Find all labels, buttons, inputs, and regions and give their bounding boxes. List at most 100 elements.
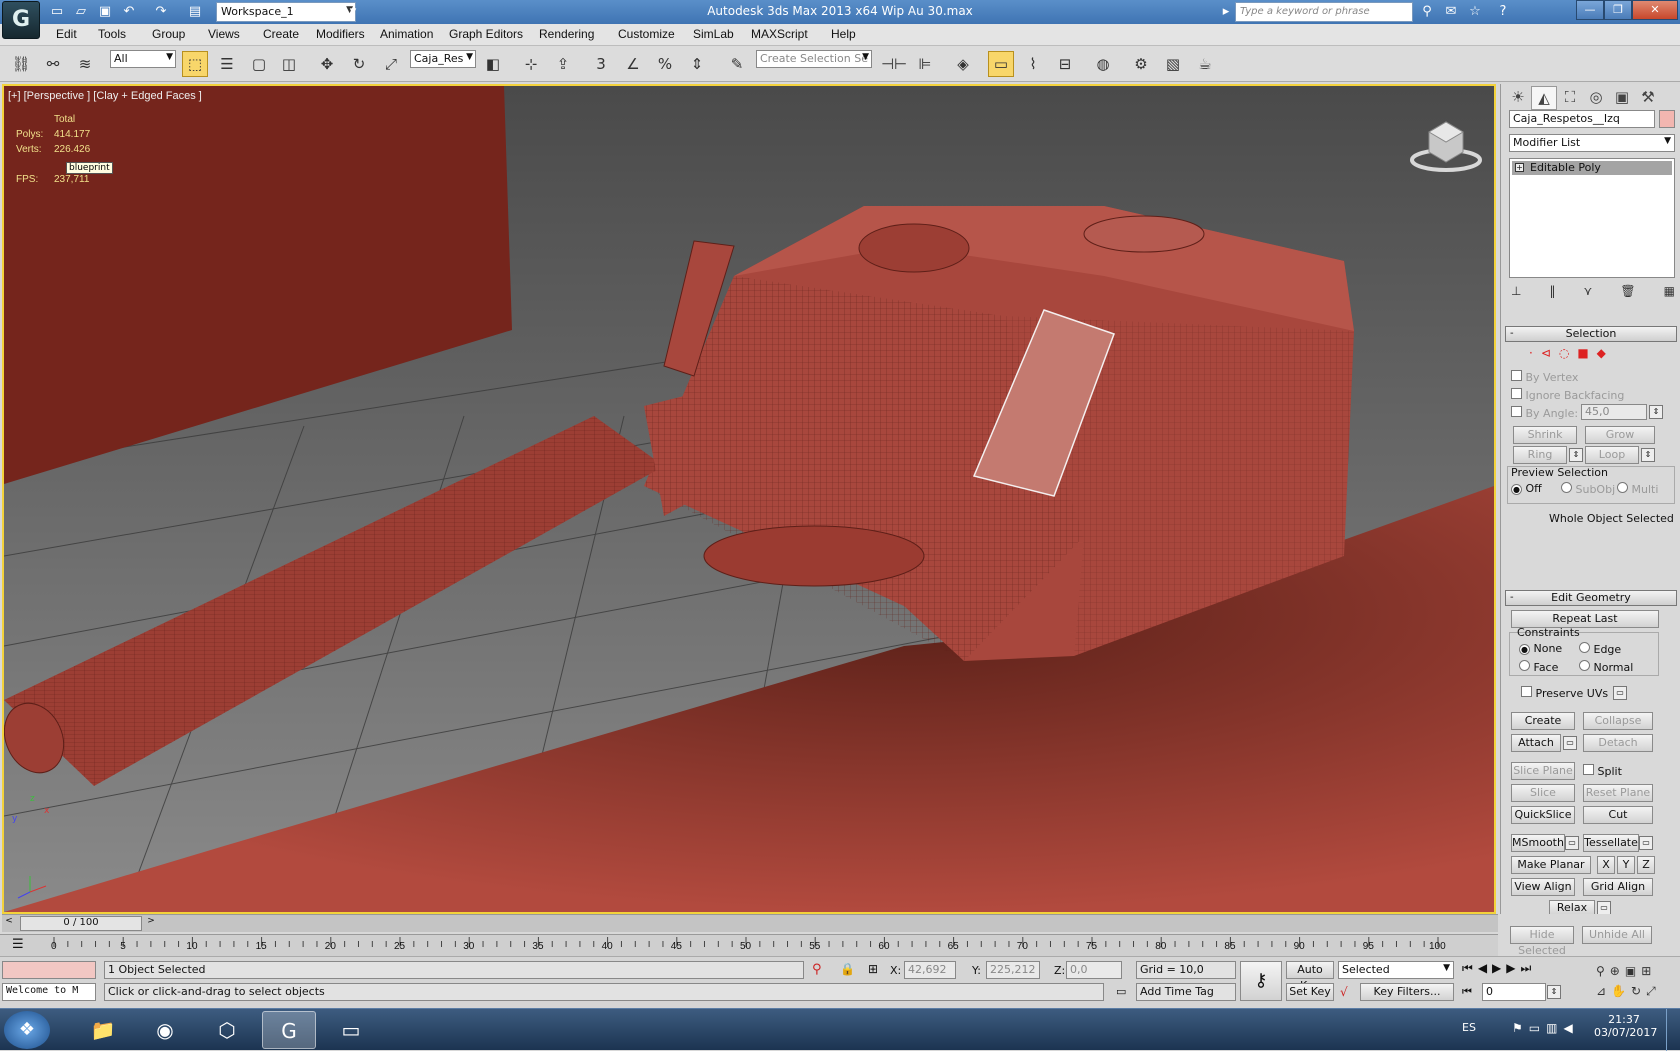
firefox-icon[interactable]: ◉	[138, 1011, 192, 1049]
render-production-icon[interactable]: ☕	[1192, 51, 1218, 77]
app-menu-button[interactable]: G	[2, 1, 40, 39]
ring-button[interactable]: Ring	[1513, 446, 1567, 464]
set-key-button[interactable]: Set Key	[1286, 983, 1334, 1001]
attach-settings-icon[interactable]: ▭	[1563, 736, 1577, 750]
object-name-field[interactable]: Caja_Respetos__Izq	[1509, 110, 1655, 128]
photo-viewer-icon[interactable]: ▭	[324, 1011, 378, 1049]
utilities-tab-icon[interactable]: ⚒	[1635, 86, 1661, 110]
add-time-tag-button[interactable]: Add Time Tag	[1136, 983, 1236, 1001]
select-object-icon[interactable]: ⬚	[182, 51, 208, 77]
play-icon[interactable]: ▶	[1492, 961, 1506, 975]
angle-field[interactable]: 45,0	[1581, 404, 1647, 420]
hierarchy-tab-icon[interactable]: ⛶	[1557, 86, 1583, 110]
constraint-normal-option[interactable]: Normal	[1579, 660, 1633, 674]
attach-button[interactable]: Attach	[1511, 734, 1561, 752]
menu-customize[interactable]: Customize	[618, 27, 675, 41]
time-tag-icon[interactable]: ▭	[1116, 985, 1126, 998]
angle-snap-icon[interactable]: ∠	[620, 51, 646, 77]
spinner-snap-icon[interactable]: ⇕	[684, 51, 710, 77]
select-manipulate-icon[interactable]: ⊹	[518, 51, 544, 77]
constraint-none-option[interactable]: ● None	[1519, 642, 1562, 655]
menu-group[interactable]: Group	[152, 27, 185, 41]
hide-selected-button[interactable]: Hide Selected	[1510, 926, 1574, 957]
time-slider[interactable]: < 0 / 100 >	[2, 914, 1498, 932]
selection-rollout-header[interactable]: - Selection	[1505, 326, 1677, 342]
graphite-ribbon-icon[interactable]: ▭	[988, 51, 1014, 77]
detach-button[interactable]: Detach	[1583, 734, 1653, 752]
cut-button[interactable]: Cut	[1583, 806, 1653, 824]
radio-icon[interactable]	[1579, 642, 1590, 653]
create-tab-icon[interactable]: ☀	[1505, 86, 1531, 110]
3d-app-icon[interactable]: ⬡	[200, 1011, 254, 1049]
split-row[interactable]: Split	[1583, 764, 1622, 778]
key-mode-toggle-icon[interactable]: ⏮	[1462, 985, 1472, 999]
preview-subobj-option[interactable]: SubObj	[1561, 482, 1615, 496]
menu-maxscript[interactable]: MAXScript	[751, 27, 808, 41]
msmooth-button[interactable]: MSmooth	[1511, 834, 1565, 852]
current-frame-spinner[interactable]: ⇕	[1547, 985, 1561, 999]
expand-search-icon[interactable]: ▸	[1220, 3, 1232, 21]
constraint-face-option[interactable]: Face	[1519, 660, 1558, 674]
menu-help[interactable]: Help	[831, 27, 856, 41]
key-mode-dropdown[interactable]: Selected ▼	[1338, 961, 1454, 979]
relax-settings-icon[interactable]: ▭	[1597, 901, 1611, 915]
field-of-view-icon[interactable]: ⊿	[1596, 984, 1611, 998]
radio-icon[interactable]	[1519, 660, 1530, 671]
zoom-extents-icon[interactable]: ▣	[1625, 964, 1641, 978]
angle-spinner[interactable]: ⇕	[1649, 405, 1663, 419]
network-icon[interactable]: ▥	[1546, 1021, 1563, 1035]
close-button[interactable]: ✕	[1632, 0, 1678, 20]
menu-create[interactable]: Create	[263, 27, 299, 41]
restore-button[interactable]: ❐	[1604, 0, 1632, 20]
orbit-icon[interactable]: ↻	[1631, 984, 1646, 998]
planar-y-button[interactable]: Y	[1617, 856, 1635, 874]
menu-views[interactable]: Views	[208, 27, 240, 41]
rendered-frame-window-icon[interactable]: ▧	[1160, 51, 1186, 77]
ignore-backfacing-checkbox[interactable]	[1511, 388, 1522, 399]
time-slider-thumb[interactable]: 0 / 100	[20, 916, 142, 931]
zoom-extents-all-icon[interactable]: ⊞	[1641, 964, 1656, 978]
curve-editor-mini-icon[interactable]: ☰	[12, 937, 24, 952]
set-key-icon[interactable]: ⚷	[1240, 961, 1282, 1001]
perspective-viewport[interactable]: [+] [Perspective ] [Clay + Edged Faces ]…	[2, 84, 1496, 914]
tessellate-button[interactable]: Tessellate	[1583, 834, 1639, 852]
menu-simlab[interactable]: SimLab	[693, 27, 734, 41]
selection-filter-dropdown[interactable]: All ▼	[110, 50, 176, 68]
key-curve-icon[interactable]: √	[1340, 985, 1348, 999]
remove-modifier-icon[interactable]: 🗑	[1620, 284, 1635, 300]
mirror-icon[interactable]: ⊣⊢	[880, 51, 907, 77]
pivot-center-icon[interactable]: ◧	[480, 51, 506, 77]
previous-key-icon[interactable]: ◀	[1478, 961, 1492, 975]
next-frame-icon[interactable]: >	[144, 916, 158, 931]
viewcube[interactable]	[1409, 114, 1483, 174]
volume-icon[interactable]: ◀	[1563, 1021, 1578, 1035]
maxscript-listener-pink[interactable]	[2, 961, 96, 979]
preserve-uvs-checkbox[interactable]	[1521, 686, 1532, 697]
loop-spinner[interactable]: ⇕	[1641, 448, 1655, 462]
viewport-label[interactable]: [+] [Perspective ] [Clay + Edged Faces ]	[8, 90, 202, 102]
shrink-button[interactable]: Shrink	[1513, 426, 1577, 444]
flag-icon[interactable]: ⚑	[1512, 1021, 1529, 1035]
unhide-all-button[interactable]: Unhide All	[1582, 926, 1652, 944]
planar-x-button[interactable]: X	[1597, 856, 1615, 874]
show-end-result-icon[interactable]: ‖	[1549, 284, 1555, 300]
window-crossing-icon[interactable]: ◫	[276, 51, 302, 77]
snaps-toggle-icon[interactable]: 3	[588, 51, 614, 77]
loop-button[interactable]: Loop	[1585, 446, 1639, 464]
view-align-button[interactable]: View Align	[1511, 878, 1575, 896]
menu-tools[interactable]: Tools	[98, 27, 126, 41]
show-desktop-button[interactable]	[1666, 1009, 1680, 1051]
percent-snap-icon[interactable]: %	[652, 51, 678, 77]
configure-modifier-sets-icon[interactable]: ▦	[1664, 284, 1675, 300]
isolate-selection-icon[interactable]: ⚲	[812, 962, 822, 977]
grid-align-button[interactable]: Grid Align	[1583, 878, 1653, 896]
go-to-start-icon[interactable]: ⏮	[1462, 961, 1478, 975]
radio-icon[interactable]	[1617, 482, 1628, 493]
modify-tab-icon[interactable]: ◭	[1531, 86, 1557, 110]
reset-plane-button[interactable]: Reset Plane	[1583, 784, 1653, 802]
radio-icon[interactable]	[1579, 660, 1590, 671]
binoculars-icon[interactable]: ⚲	[1418, 3, 1436, 21]
select-and-scale-icon[interactable]: ⤢	[378, 51, 404, 77]
key-filters-button[interactable]: Key Filters...	[1360, 983, 1454, 1001]
track-bar-menu[interactable]: ☰	[0, 934, 48, 956]
